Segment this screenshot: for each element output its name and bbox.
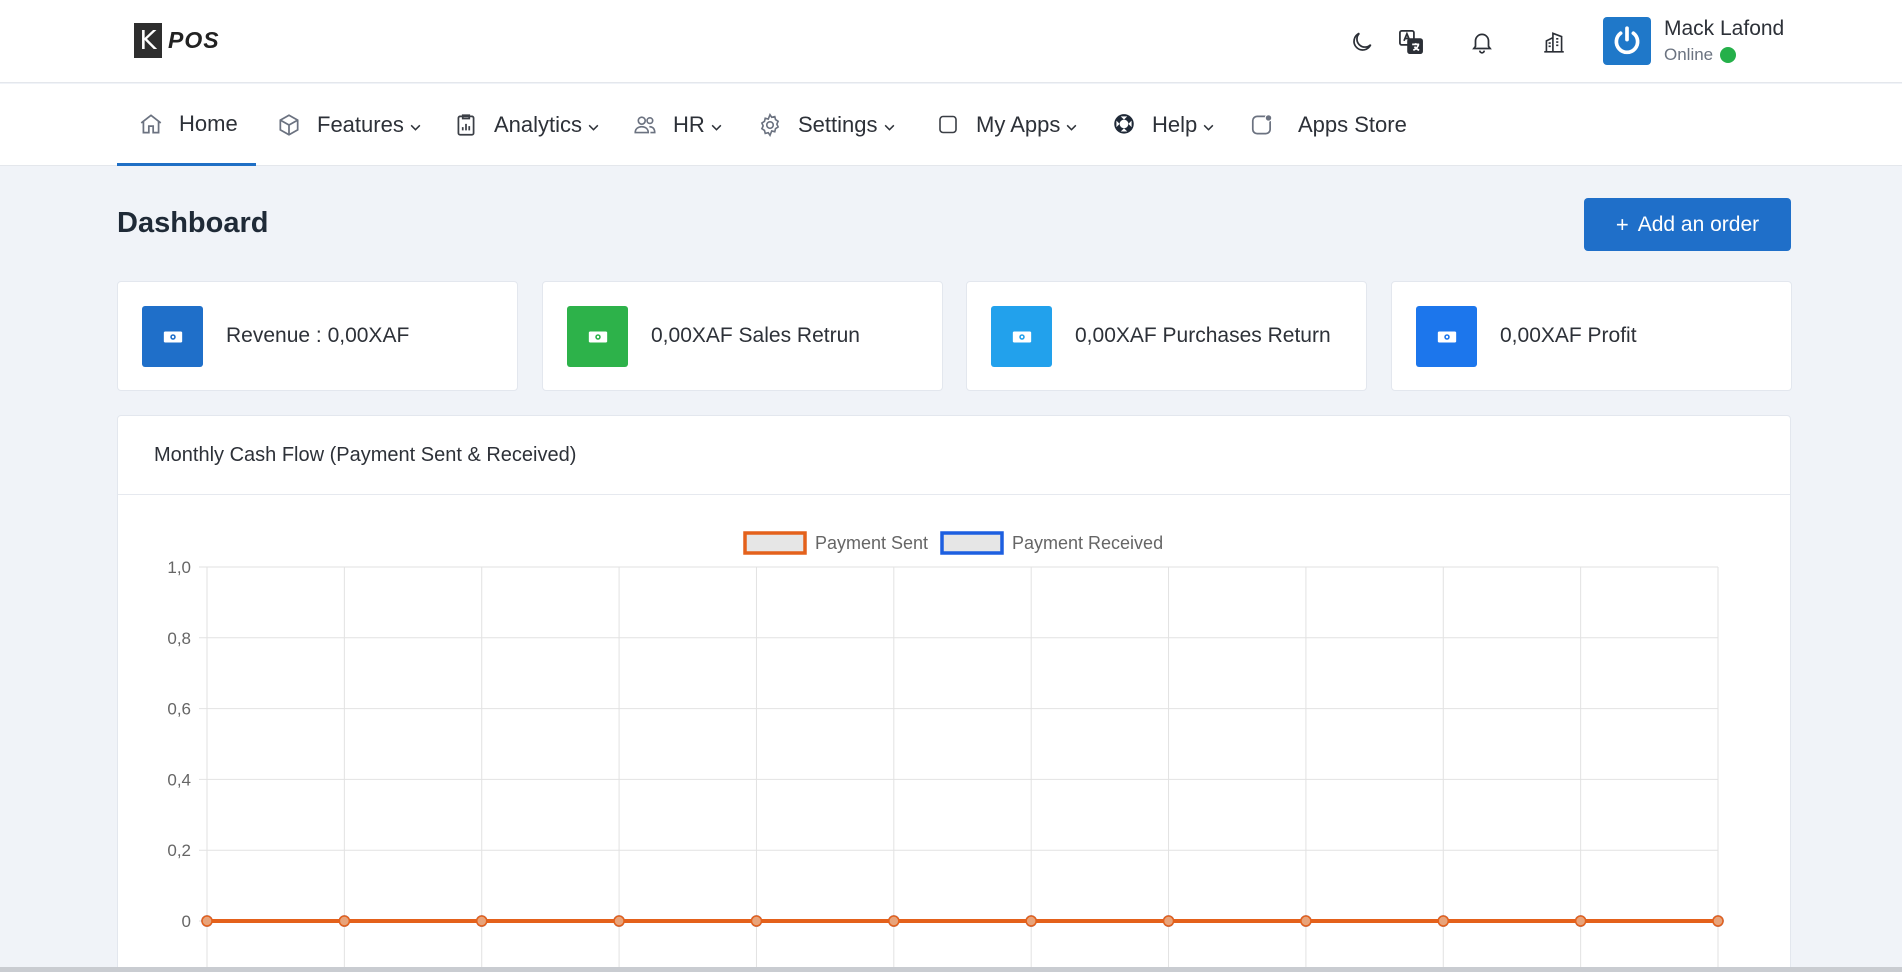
nav-label: Analytics xyxy=(494,112,583,137)
square-icon xyxy=(934,111,962,139)
stat-text: 0,00XAF Profit xyxy=(1500,324,1637,347)
nav-hr[interactable]: HR xyxy=(631,84,723,166)
app-logo[interactable]: K POS xyxy=(134,23,220,58)
user-status-text: Online xyxy=(1664,45,1714,64)
main-nav: Home Features Analytics HR Settings My A xyxy=(0,84,1902,166)
window-bottom-edge xyxy=(0,967,1902,972)
cash-flow-chart: 1,0 0,8 0,6 0,4 0,2 0 Payment Sent Payment Rece… xyxy=(167,531,1724,972)
stat-text: Revenue : 0,00XAF xyxy=(226,324,410,347)
online-indicator xyxy=(1720,47,1737,63)
nav-label: My Apps xyxy=(976,112,1061,137)
data-point xyxy=(888,915,900,927)
y-tick-label: 1,0 xyxy=(167,558,191,577)
logo-letter: K xyxy=(134,23,162,58)
money-icon xyxy=(1416,306,1477,367)
data-point xyxy=(1025,915,1037,927)
nav-label: Home xyxy=(179,110,238,136)
home-icon xyxy=(137,110,165,138)
chevron-down-icon xyxy=(409,121,422,134)
chevron-down-icon xyxy=(1202,121,1215,134)
user-avatar[interactable] xyxy=(1603,17,1651,65)
money-icon xyxy=(991,306,1052,367)
building-icon[interactable] xyxy=(1534,22,1574,62)
data-point xyxy=(750,915,763,927)
stat-card-profit: 0,00XAF Profit xyxy=(1391,281,1792,391)
nav-label: Apps Store xyxy=(1298,112,1407,137)
y-tick-label: 0,2 xyxy=(167,841,191,860)
moon-icon[interactable] xyxy=(1342,22,1382,62)
nav-label: Features xyxy=(317,112,404,137)
stat-card-purchases-return: 0,00XAF Purchases Return xyxy=(966,281,1367,391)
legend-label: Payment Received xyxy=(1012,533,1163,553)
data-point xyxy=(1712,915,1724,927)
nav-features[interactable]: Features xyxy=(275,84,422,166)
users-icon xyxy=(631,111,659,139)
y-tick-label: 0,4 xyxy=(167,770,191,789)
money-icon xyxy=(142,306,203,367)
chevron-down-icon xyxy=(587,121,600,134)
y-tick-label: 0,8 xyxy=(167,629,191,648)
stat-card-sales-return: 0,00XAF Sales Retrun xyxy=(542,281,943,391)
plus-icon: + xyxy=(1615,211,1629,237)
clipboard-chart-icon xyxy=(452,111,480,139)
add-order-label: Add an order xyxy=(1637,212,1760,236)
cash-flow-panel: Monthly Cash Flow (Payment Sent & Receiv… xyxy=(117,415,1791,972)
lifebuoy-icon xyxy=(1110,111,1138,139)
translate-icon[interactable] xyxy=(1391,22,1431,62)
logo-text: POS xyxy=(168,27,220,53)
app-store-icon xyxy=(1248,111,1276,139)
y-tick-label: 0 xyxy=(182,912,191,931)
legend-swatch xyxy=(743,531,807,555)
data-point xyxy=(613,915,625,927)
legend-label: Payment Sent xyxy=(815,533,928,553)
user-status: Online xyxy=(1664,45,1737,65)
data-point xyxy=(475,915,488,927)
nav-home[interactable]: Home xyxy=(117,84,256,166)
stat-text: 0,00XAF Sales Retrun xyxy=(651,324,860,347)
chevron-down-icon xyxy=(710,121,723,134)
data-point xyxy=(1437,915,1450,927)
bell-icon[interactable] xyxy=(1462,22,1502,62)
box-icon xyxy=(275,111,303,139)
legend-swatch xyxy=(940,531,1004,555)
add-order-button[interactable]: + Add an order xyxy=(1584,198,1791,251)
data-point xyxy=(1300,915,1312,927)
data-point xyxy=(201,915,213,927)
nav-apps-store[interactable]: Apps Store xyxy=(1248,84,1407,166)
stat-text: 0,00XAF Purchases Return xyxy=(1075,324,1331,347)
data-point xyxy=(1574,915,1587,927)
chevron-down-icon xyxy=(1065,121,1078,134)
gear-icon xyxy=(756,111,784,139)
nav-analytics[interactable]: Analytics xyxy=(452,84,600,166)
user-name[interactable]: Mack Lafond xyxy=(1664,17,1784,41)
top-header: K POS Mack Lafond Online xyxy=(0,0,1902,83)
page-title: Dashboard xyxy=(117,207,269,239)
y-tick-label: 0,6 xyxy=(167,700,191,719)
data-point xyxy=(338,915,351,927)
data-point xyxy=(1162,915,1175,927)
nav-label: Settings xyxy=(798,112,878,137)
stat-card-revenue: Revenue : 0,00XAF xyxy=(117,281,518,391)
nav-settings[interactable]: Settings xyxy=(756,84,896,166)
chevron-down-icon xyxy=(883,121,896,134)
money-icon xyxy=(567,306,628,367)
nav-help[interactable]: Help xyxy=(1110,84,1215,166)
nav-label: HR xyxy=(673,112,705,137)
nav-label: Help xyxy=(1152,112,1198,137)
nav-my-apps[interactable]: My Apps xyxy=(934,84,1078,166)
